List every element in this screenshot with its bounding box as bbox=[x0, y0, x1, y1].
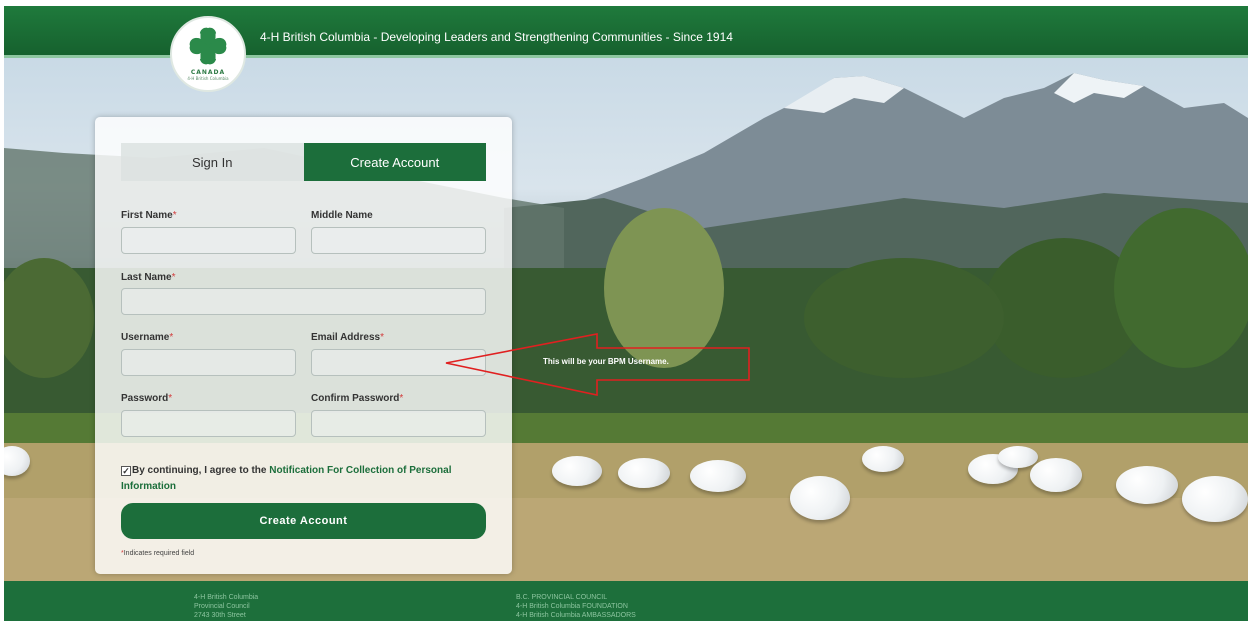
four-leaf-clover-icon: H H H H bbox=[189, 27, 227, 65]
required-marker: * bbox=[169, 332, 174, 343]
username-label: Username* bbox=[121, 332, 173, 343]
required-marker: * bbox=[399, 393, 404, 404]
logo-country: CANADA bbox=[190, 69, 226, 76]
hay-bale bbox=[552, 456, 602, 486]
required-marker: * bbox=[168, 393, 173, 404]
4h-logo[interactable]: H H H H CANADA 4-H British Columbia bbox=[170, 16, 246, 92]
password-input[interactable] bbox=[121, 410, 296, 437]
footer-line: Provincial Council bbox=[194, 603, 250, 610]
site-footer: 4-H British Columbia Provincial Council … bbox=[4, 581, 1248, 621]
svg-text:H: H bbox=[215, 54, 220, 61]
password-label-text: Password bbox=[121, 393, 169, 404]
email-label-text: Email Address bbox=[311, 332, 381, 343]
hay-bale bbox=[1030, 458, 1082, 492]
footer-link[interactable]: B.C. PROVINCIAL COUNCIL bbox=[516, 593, 636, 602]
agree-prefix: By continuing, I agree to the bbox=[132, 465, 270, 476]
agree-checkbox[interactable]: ✓ bbox=[121, 466, 131, 476]
required-marker: * bbox=[380, 332, 385, 343]
hay-bale bbox=[618, 458, 670, 488]
footer-line: 2743 30th Street bbox=[194, 612, 246, 619]
required-marker: * bbox=[172, 210, 177, 221]
svg-text:H: H bbox=[196, 33, 201, 40]
username-input[interactable] bbox=[121, 349, 296, 376]
svg-text:H: H bbox=[215, 33, 220, 40]
create-account-button[interactable]: Create Account bbox=[121, 503, 486, 539]
hay-bale bbox=[862, 446, 904, 472]
password-label: Password* bbox=[121, 393, 172, 404]
tab-create-account[interactable]: Create Account bbox=[303, 143, 486, 181]
confirm-password-input[interactable] bbox=[311, 410, 486, 437]
middle-name-label: Middle Name bbox=[311, 210, 373, 221]
username-label-text: Username bbox=[121, 332, 170, 343]
required-marker: * bbox=[171, 272, 176, 283]
auth-tabs: Sign In Create Account bbox=[121, 143, 486, 181]
middle-name-input[interactable] bbox=[311, 227, 486, 254]
tab-sign-in[interactable]: Sign In bbox=[121, 143, 304, 181]
footer-link[interactable]: 4-H British Columbia FOUNDATION bbox=[516, 602, 636, 611]
confirm-password-label: Confirm Password* bbox=[311, 393, 403, 404]
first-name-input[interactable] bbox=[121, 227, 296, 254]
hay-bale bbox=[1116, 466, 1178, 504]
middle-name-label-text: Middle Name bbox=[311, 210, 373, 221]
first-name-label: First Name* bbox=[121, 210, 177, 221]
required-note-text: Indicates required field bbox=[123, 550, 195, 557]
required-note: *Indicates required field bbox=[121, 550, 194, 557]
footer-line: 4-H British Columbia bbox=[194, 594, 259, 601]
last-name-input[interactable] bbox=[121, 288, 486, 315]
hay-bale bbox=[1182, 476, 1248, 522]
first-name-label-text: First Name bbox=[121, 210, 173, 221]
agreement-text: ✓ By continuing, I agree to the Notificat… bbox=[121, 463, 481, 495]
confirm-password-label-text: Confirm Password bbox=[311, 393, 400, 404]
last-name-label: Last Name* bbox=[121, 272, 175, 283]
hay-bale bbox=[690, 460, 746, 492]
username-hint-text: This will be your BPM Username. bbox=[543, 357, 669, 366]
header-tagline: 4-H British Columbia - Developing Leader… bbox=[260, 30, 733, 44]
footer-address: 4-H British Columbia Provincial Council … bbox=[194, 593, 258, 620]
footer-links: B.C. PROVINCIAL COUNCIL 4-H British Colu… bbox=[516, 593, 636, 620]
hay-bale bbox=[790, 476, 850, 520]
hay-bale bbox=[998, 446, 1038, 468]
footer-link[interactable]: 4-H British Columbia AMBASSADORS bbox=[516, 611, 636, 620]
svg-text:H: H bbox=[196, 54, 201, 61]
last-name-label-text: Last Name bbox=[121, 272, 172, 283]
email-label: Email Address* bbox=[311, 332, 384, 343]
logo-org: 4-H British Columbia bbox=[187, 76, 229, 81]
